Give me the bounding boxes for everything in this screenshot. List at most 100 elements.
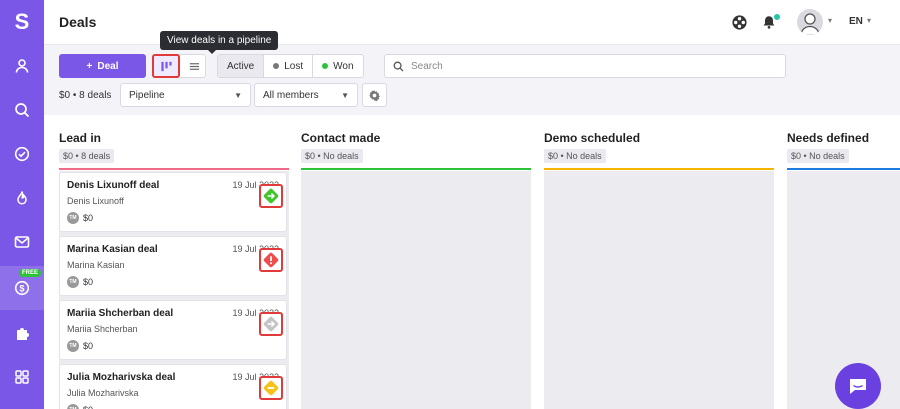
notification-dot xyxy=(773,13,781,21)
members-select[interactable]: All members ▼ xyxy=(254,83,358,107)
deal-title[interactable]: Denis Lixunoff deal xyxy=(67,180,159,191)
sidebar-item-tasks[interactable] xyxy=(0,132,44,176)
page-title: Deals xyxy=(59,14,97,30)
deal-amount: $0 xyxy=(83,277,94,287)
owner-avatar: TM xyxy=(67,340,79,352)
column-needs-defined: Needs defined $0 • No deals xyxy=(787,115,900,409)
exclamation-icon xyxy=(263,252,279,268)
chevron-down-icon: ▼ xyxy=(234,90,242,100)
deal-owner: TM $0 xyxy=(67,404,93,409)
chat-button[interactable] xyxy=(835,363,881,409)
column-divider xyxy=(301,168,531,170)
column-divider xyxy=(544,168,774,170)
chat-icon xyxy=(850,379,866,394)
list-icon xyxy=(189,62,199,70)
deal-person: Marina Kasian xyxy=(67,260,125,270)
search-icon xyxy=(393,61,404,72)
column-body xyxy=(544,171,774,409)
column-title: Demo scheduled xyxy=(544,131,641,145)
dollar-icon: $ xyxy=(14,280,30,296)
column-demo-scheduled: Demo scheduled $0 • No deals xyxy=(544,115,774,409)
free-badge: FREE xyxy=(18,269,41,277)
mail-icon xyxy=(14,236,30,248)
pipeline-view-button[interactable] xyxy=(152,54,180,78)
deal-status-button[interactable] xyxy=(259,248,283,272)
add-deal-label: Deal xyxy=(97,60,119,72)
deal-card[interactable]: Mariia Shcherban deal 19 Jul 2022 Mariia… xyxy=(59,300,287,360)
column-divider xyxy=(59,168,289,170)
column-title: Lead in xyxy=(59,131,102,145)
column-summary: $0 • No deals xyxy=(301,149,363,163)
minus-icon xyxy=(263,380,279,396)
deal-owner: TM $0 xyxy=(67,276,93,288)
gear-icon xyxy=(369,89,380,101)
chevron-down-icon: ▼ xyxy=(341,90,349,100)
pipeline-select-value: Pipeline xyxy=(129,89,165,101)
fire-icon xyxy=(17,191,27,205)
sidebar-item-mail[interactable] xyxy=(0,220,44,264)
deal-owner: TM $0 xyxy=(67,212,93,224)
pipeline-settings-button[interactable] xyxy=(362,83,387,107)
sidebar: S FREE $ xyxy=(0,0,44,409)
sidebar-item-deals[interactable]: FREE $ xyxy=(0,266,44,310)
deal-title[interactable]: Julia Mozharivska deal xyxy=(67,372,175,383)
status-filter-group: Active Lost Won xyxy=(217,54,364,78)
deal-title[interactable]: Mariia Shcherban deal xyxy=(67,308,173,319)
sidebar-item-search[interactable] xyxy=(0,88,44,132)
deal-status-button[interactable] xyxy=(259,184,283,208)
search-box xyxy=(384,54,786,78)
arrow-right-icon xyxy=(263,188,279,204)
language-selector[interactable]: EN xyxy=(849,16,863,27)
deal-amount: $0 xyxy=(83,213,94,223)
status-filter-active[interactable]: Active xyxy=(218,55,265,77)
deals-toolbar: View deals in a pipeline + Deal Active L… xyxy=(44,31,900,115)
search-icon xyxy=(15,103,30,118)
column-summary: $0 • 8 deals xyxy=(59,149,115,163)
deal-person: Julia Mozharivska xyxy=(67,388,139,398)
sidebar-item-integrations[interactable] xyxy=(0,311,44,355)
search-input[interactable] xyxy=(411,60,771,72)
column-body xyxy=(301,171,531,409)
view-toggle xyxy=(152,54,206,78)
status-label: Active xyxy=(227,60,255,72)
pipeline-icon xyxy=(160,61,172,71)
deal-status-button[interactable] xyxy=(259,312,283,336)
deal-card[interactable]: Marina Kasian deal 19 Jul 2022 Marina Ka… xyxy=(59,236,287,296)
sidebar-item-apps[interactable] xyxy=(0,355,44,399)
chevron-down-icon[interactable]: ▾ xyxy=(828,16,832,25)
deal-person: Denis Lixunoff xyxy=(67,196,124,206)
chevron-down-icon[interactable]: ▾ xyxy=(867,16,871,25)
grid-icon xyxy=(15,370,29,384)
bell-icon[interactable] xyxy=(760,13,781,31)
sidebar-item-contacts[interactable] xyxy=(0,44,44,88)
svg-text:$: $ xyxy=(19,283,24,293)
status-dot xyxy=(273,63,280,69)
add-deal-button[interactable]: + Deal xyxy=(59,54,146,78)
status-filter-lost[interactable]: Lost xyxy=(264,55,314,77)
avatar[interactable] xyxy=(797,9,823,35)
pipeline-select[interactable]: Pipeline ▼ xyxy=(120,83,251,107)
deal-title[interactable]: Marina Kasian deal xyxy=(67,244,158,255)
check-circle-icon xyxy=(14,146,30,162)
column-contact-made: Contact made $0 • No deals xyxy=(301,115,531,409)
members-select-value: All members xyxy=(263,89,319,101)
puzzle-icon xyxy=(17,328,29,340)
column-body: Denis Lixunoff deal 19 Jul 2022 Denis Li… xyxy=(59,171,289,409)
sidebar-item-activity[interactable] xyxy=(0,176,44,220)
deal-amount: $0 xyxy=(83,341,94,351)
owner-avatar: TM xyxy=(67,276,79,288)
arrow-right-icon xyxy=(263,316,279,332)
deal-card[interactable]: Julia Mozharivska deal 19 Jul 2022 Julia… xyxy=(59,364,287,409)
deal-status-button[interactable] xyxy=(259,376,283,400)
list-view-button[interactable] xyxy=(183,55,205,77)
tooltip: View deals in a pipeline xyxy=(160,31,279,54)
deal-card[interactable]: Denis Lixunoff deal 19 Jul 2022 Denis Li… xyxy=(59,172,287,232)
film-reel-icon[interactable] xyxy=(730,13,748,31)
plus-icon: + xyxy=(86,60,93,72)
status-filter-won[interactable]: Won xyxy=(313,55,362,77)
column-title: Contact made xyxy=(301,131,381,145)
status-dot xyxy=(322,63,329,69)
deal-amount: $0 xyxy=(83,405,93,409)
status-label: Lost xyxy=(284,60,304,72)
app-logo[interactable]: S xyxy=(0,0,44,44)
